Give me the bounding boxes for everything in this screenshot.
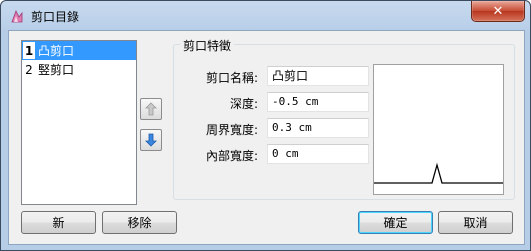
cut-list[interactable]: 1 凸剪口 2 竪剪口 — [21, 40, 137, 205]
list-item-label: 凸剪口 — [38, 44, 75, 58]
remove-button[interactable]: 移除 — [102, 211, 177, 234]
title-bar[interactable]: 剪口目錄 ✕ — [1, 1, 530, 31]
move-up-button[interactable] — [140, 98, 162, 120]
name-label: 剪口名稱: — [205, 71, 258, 85]
ok-button[interactable]: 確定 — [358, 211, 433, 234]
notch-preview — [373, 64, 504, 195]
close-button[interactable]: ✕ — [471, 1, 525, 22]
arrow-up-icon — [145, 102, 157, 116]
window-title: 剪口目錄 — [31, 10, 80, 24]
list-item-label: 竪剪口 — [38, 63, 75, 77]
perimeter-width-label: 周界寬度: — [205, 123, 258, 137]
cancel-button[interactable]: 取消 — [438, 211, 513, 234]
list-item-index: 1 — [23, 42, 35, 59]
close-icon: ✕ — [492, 3, 504, 19]
dialog-body: 1 凸剪口 2 竪剪口 剪口特徵 剪口名稱: 凸剪口 深度: -0.5 cm 周 — [8, 30, 525, 245]
name-field[interactable]: 凸剪口 — [267, 66, 369, 86]
list-item[interactable]: 1 凸剪口 — [22, 41, 136, 60]
notch-profile-icon — [374, 162, 503, 184]
app-icon — [11, 9, 23, 23]
new-button[interactable]: 新 — [21, 211, 96, 234]
depth-field[interactable]: -0.5 cm — [267, 92, 369, 112]
inner-width-field[interactable]: 0 cm — [267, 144, 369, 164]
list-item-index: 2 — [25, 62, 33, 77]
perimeter-width-field[interactable]: 0.3 cm — [267, 118, 369, 138]
dialog-window: 剪口目錄 ✕ 1 凸剪口 2 竪剪口 剪口特徵 剪口名稱: 凸剪口 深度: -0… — [0, 0, 531, 251]
list-item[interactable]: 2 竪剪口 — [22, 60, 136, 79]
arrow-down-icon — [145, 133, 157, 147]
move-down-button[interactable] — [140, 129, 162, 151]
inner-width-label: 內部寬度: — [205, 149, 258, 163]
depth-label: 深度: — [229, 97, 258, 111]
group-title: 剪口特徵 — [180, 37, 235, 54]
